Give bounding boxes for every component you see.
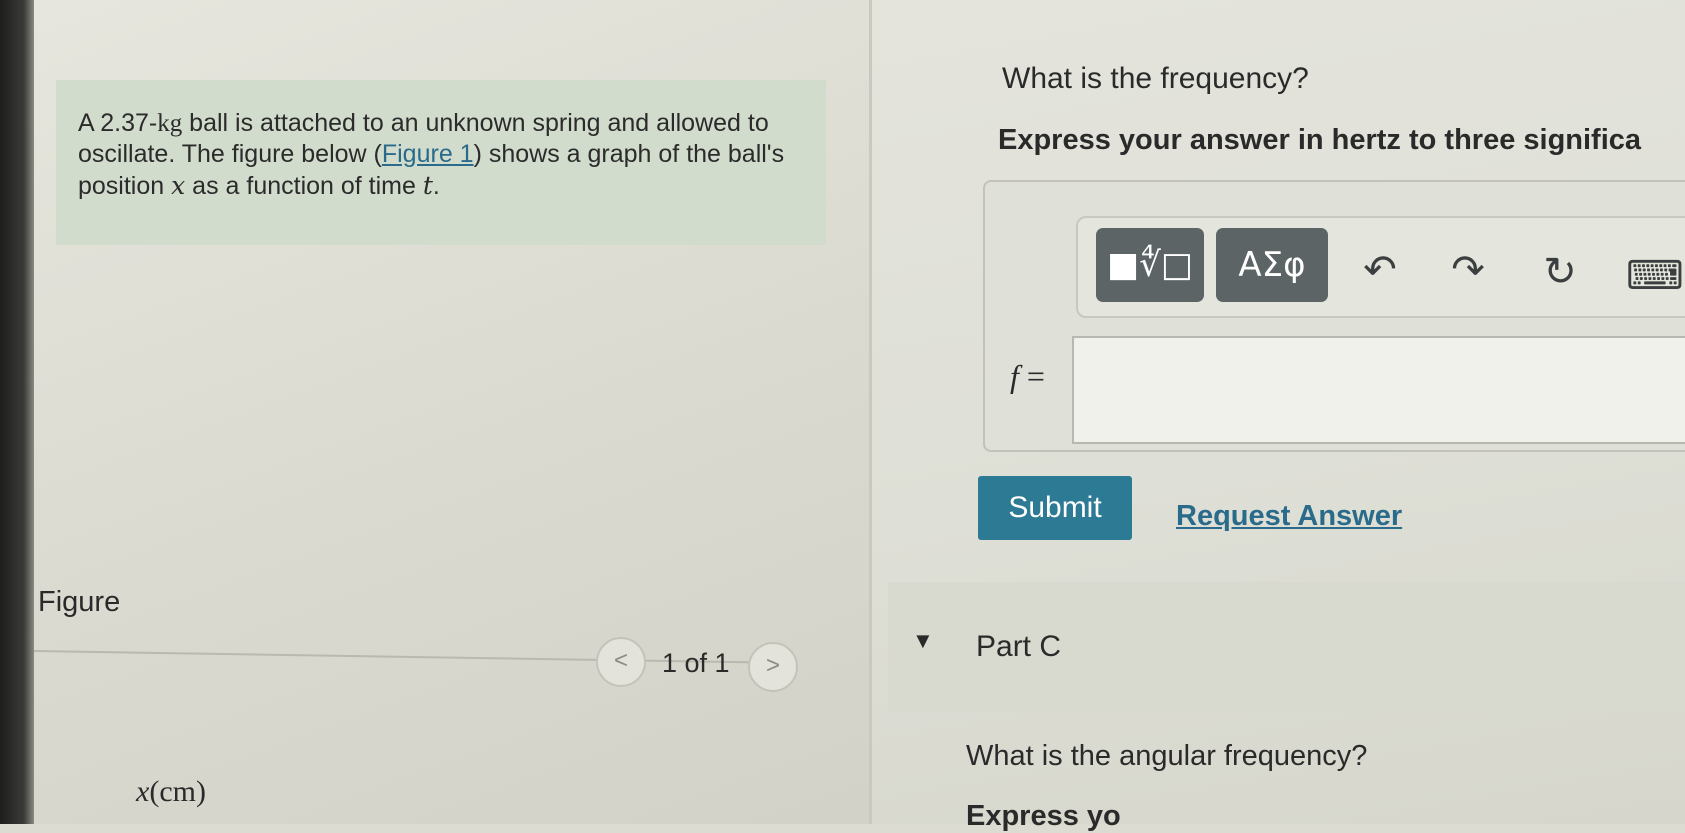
variable-x: x <box>171 171 186 200</box>
variable-t: t <box>422 171 433 200</box>
mass-unit: kg <box>157 110 183 137</box>
undo-icon: ↶ <box>1363 248 1397 292</box>
reset-button[interactable]: ↻ <box>1532 244 1588 300</box>
undo-button[interactable]: ↶ <box>1352 242 1408 298</box>
part-c-question: What is the angular frequency? <box>966 740 1368 772</box>
greek-symbols-button[interactable]: ΑΣφ <box>1216 228 1328 302</box>
problem-statement: A 2.37-kg ball is attached to an unknown… <box>78 109 785 200</box>
request-answer-link[interactable]: Request Answer <box>1176 500 1402 533</box>
question-title: What is the frequency? <box>1002 62 1309 95</box>
submit-button[interactable]: Submit <box>978 476 1132 540</box>
figure-link[interactable]: Figure 1 <box>382 140 474 168</box>
chevron-right-icon: > <box>765 652 780 679</box>
templates-button[interactable]: ■∜□ <box>1096 228 1204 302</box>
figure-title: Figure <box>38 586 121 618</box>
graph-y-axis-label: x(cm) <box>136 775 206 808</box>
figure-prev-button[interactable]: < <box>596 637 646 687</box>
reset-icon: ↻ <box>1543 250 1577 294</box>
keyboard-button[interactable]: ⌨ <box>1626 248 1684 304</box>
figure-page-count: 1 of 1 <box>662 648 730 678</box>
greek-symbols-icon: ΑΣφ <box>1238 245 1306 285</box>
collapse-caret-icon[interactable]: ▼ <box>912 628 934 654</box>
templates-icon: ■∜□ <box>1107 245 1193 285</box>
keyboard-icon: ⌨ <box>1626 254 1684 298</box>
answer-label: f = <box>1010 358 1045 394</box>
part-c-title[interactable]: Part C <box>976 630 1061 664</box>
figure-next-button[interactable]: > <box>748 642 798 692</box>
part-c-instruction: Express yo <box>966 800 1121 832</box>
redo-button[interactable]: ↷ <box>1440 242 1496 298</box>
chevron-left-icon: < <box>613 647 628 674</box>
frequency-answer-input[interactable] <box>1072 336 1685 444</box>
redo-icon: ↷ <box>1451 248 1485 292</box>
screen-bezel <box>0 0 34 824</box>
answer-instruction: Express your answer in hertz to three si… <box>998 124 1642 156</box>
